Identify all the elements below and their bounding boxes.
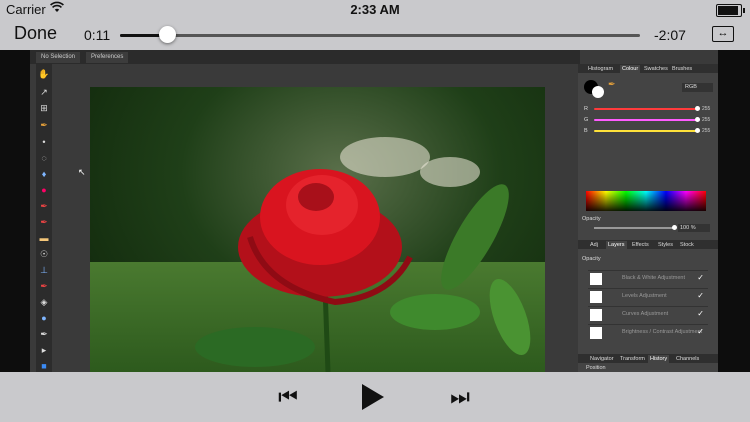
drop-icon[interactable]: ● <box>38 312 50 324</box>
eyedropper-icon[interactable]: ✒ <box>38 119 50 131</box>
tab-brushes[interactable]: Brushes <box>670 65 694 73</box>
tab-stock[interactable]: Stock <box>678 241 696 249</box>
eraser-icon[interactable]: ▬ <box>38 232 50 244</box>
tab-history[interactable]: History <box>648 355 670 363</box>
brush-icon[interactable]: ✒ <box>38 200 50 212</box>
blue-slider[interactable] <box>594 128 700 133</box>
remaining-time: -2:07 <box>654 27 686 43</box>
layer-name: Brightness / Contrast Adjustment <box>622 329 703 335</box>
fullscreen-icon[interactable]: ↔ <box>712 26 734 42</box>
rectangle-icon[interactable]: ■ <box>38 360 50 372</box>
doc-tab[interactable]: No Selection <box>36 52 81 63</box>
layer-thumbnail <box>590 291 602 303</box>
history-panel-tabs: Navigator Transform History Channels <box>578 354 718 363</box>
layer-thumbnail <box>590 309 602 321</box>
channel-value: 255 <box>702 128 711 134</box>
battery-icon <box>716 4 745 17</box>
layer-visibility-check[interactable]: ✓ <box>697 309 704 318</box>
blur-icon[interactable]: ◈ <box>38 296 50 308</box>
playback-controls: ⏮ ⏭ <box>0 372 750 422</box>
layers-panel-tabs: Adj Layers Effects Styles Stock <box>578 240 718 249</box>
layer-row[interactable]: Curves Adjustment ✓ <box>588 306 708 323</box>
color-panel-tabs: Histogram Colour Swatches Brushes <box>578 64 718 73</box>
player-top-bar: Done 0:11 -2:07 ↔ <box>0 20 750 50</box>
tab-colour[interactable]: Colour <box>620 65 641 73</box>
crop-icon[interactable]: ⊞ <box>38 102 50 114</box>
skip-back-icon[interactable]: ⏮ <box>268 384 308 410</box>
tab-navigator[interactable]: Navigator <box>588 355 616 363</box>
image-editor: No Selection Preferences ✋ ↗ ⊞ ✒ • ◌ ♦ ●… <box>30 50 718 372</box>
path-select-icon[interactable]: ▸ <box>38 344 50 356</box>
layer-thumbnail <box>590 273 602 285</box>
play-icon[interactable] <box>362 384 384 410</box>
done-button[interactable]: Done <box>14 23 57 44</box>
rose-illustration <box>195 169 531 372</box>
healing-icon[interactable]: ✒ <box>38 216 50 228</box>
layer-visibility-check[interactable]: ✓ <box>697 327 704 336</box>
channel-label: B <box>584 128 588 134</box>
layer-row[interactable]: Levels Adjustment ✓ <box>588 288 708 305</box>
video-frame[interactable]: No Selection Preferences ✋ ↗ ⊞ ✒ • ◌ ♦ ●… <box>0 50 750 372</box>
layer-visibility-check[interactable]: ✓ <box>697 291 704 300</box>
layer-row[interactable]: Black & White Adjustment ✓ <box>588 270 708 287</box>
red-slider[interactable] <box>594 106 700 111</box>
channel-label: R <box>584 106 588 112</box>
clone-stamp-icon[interactable]: ⊥ <box>38 264 50 276</box>
green-slider[interactable] <box>594 117 700 122</box>
color-mode-select[interactable]: RGB <box>682 83 713 92</box>
tab-transform[interactable]: Transform <box>618 355 647 363</box>
opacity-value[interactable]: 100 % <box>678 224 710 232</box>
layer-name: Black & White Adjustment <box>622 275 685 281</box>
lasso-icon[interactable]: • <box>38 136 50 148</box>
pen-icon[interactable]: ✒ <box>38 328 50 340</box>
layer-name: Levels Adjustment <box>622 293 667 299</box>
status-bar: Carrier 2:33 AM <box>0 0 750 20</box>
layer-row[interactable]: Brightness / Contrast Adjustment ✓ <box>588 324 708 341</box>
skip-forward-icon[interactable]: ⏭ <box>440 384 480 410</box>
scrubber-track[interactable] <box>120 34 640 37</box>
tab-styles[interactable]: Styles <box>656 241 675 249</box>
scrubber-thumb[interactable] <box>158 26 176 43</box>
tool-palette: ✋ ↗ ⊞ ✒ • ◌ ♦ ● ✒ ✒ ▬ ☉ ⊥ ✒ ◈ ● ✒ ▸ ■ <box>36 64 52 372</box>
layer-thumbnail <box>590 327 602 339</box>
dodge-icon[interactable]: ☉ <box>38 248 50 260</box>
pencil-icon[interactable]: ✒ <box>38 280 50 292</box>
hand-icon[interactable]: ✋ <box>38 68 50 80</box>
background-swatch[interactable] <box>592 86 604 98</box>
channel-value: 255 <box>702 117 711 123</box>
channel-value: 255 <box>702 106 711 112</box>
tab-effects[interactable]: Effects <box>630 241 651 249</box>
opacity-slider[interactable] <box>594 225 677 230</box>
channel-label: G <box>584 117 589 123</box>
tab-channels[interactable]: Channels <box>674 355 701 363</box>
ellipse-select-icon[interactable]: ◌ <box>38 152 50 164</box>
photo-canvas[interactable] <box>90 87 545 372</box>
tab-histogram[interactable]: Histogram <box>586 65 615 73</box>
elapsed-time: 0:11 <box>84 27 111 43</box>
tab-swatches[interactable]: Swatches <box>642 65 670 73</box>
color-replace-icon[interactable]: ● <box>38 184 50 196</box>
side-panels: Histogram Colour Swatches Brushes ✒ RGB … <box>578 64 718 372</box>
clock: 2:33 AM <box>350 2 400 17</box>
layer-name: Curves Adjustment <box>622 311 669 317</box>
tab-adj[interactable]: Adj <box>588 241 600 249</box>
opacity-label: Opacity <box>582 216 601 222</box>
color-spectrum[interactable] <box>586 191 706 211</box>
eyedropper-icon[interactable]: ✒ <box>608 79 616 90</box>
layers-opacity-label: Opacity <box>582 256 601 262</box>
tab-layers[interactable]: Layers <box>606 241 627 249</box>
layer-visibility-check[interactable]: ✓ <box>697 273 704 282</box>
doc-tab[interactable]: Preferences <box>86 52 129 63</box>
move-tool-icon[interactable]: ↗ <box>38 86 50 98</box>
wand-icon[interactable]: ♦ <box>38 168 50 180</box>
mouse-cursor-icon: ↖ <box>78 167 86 177</box>
document-tabs: No Selection Preferences <box>30 50 580 64</box>
